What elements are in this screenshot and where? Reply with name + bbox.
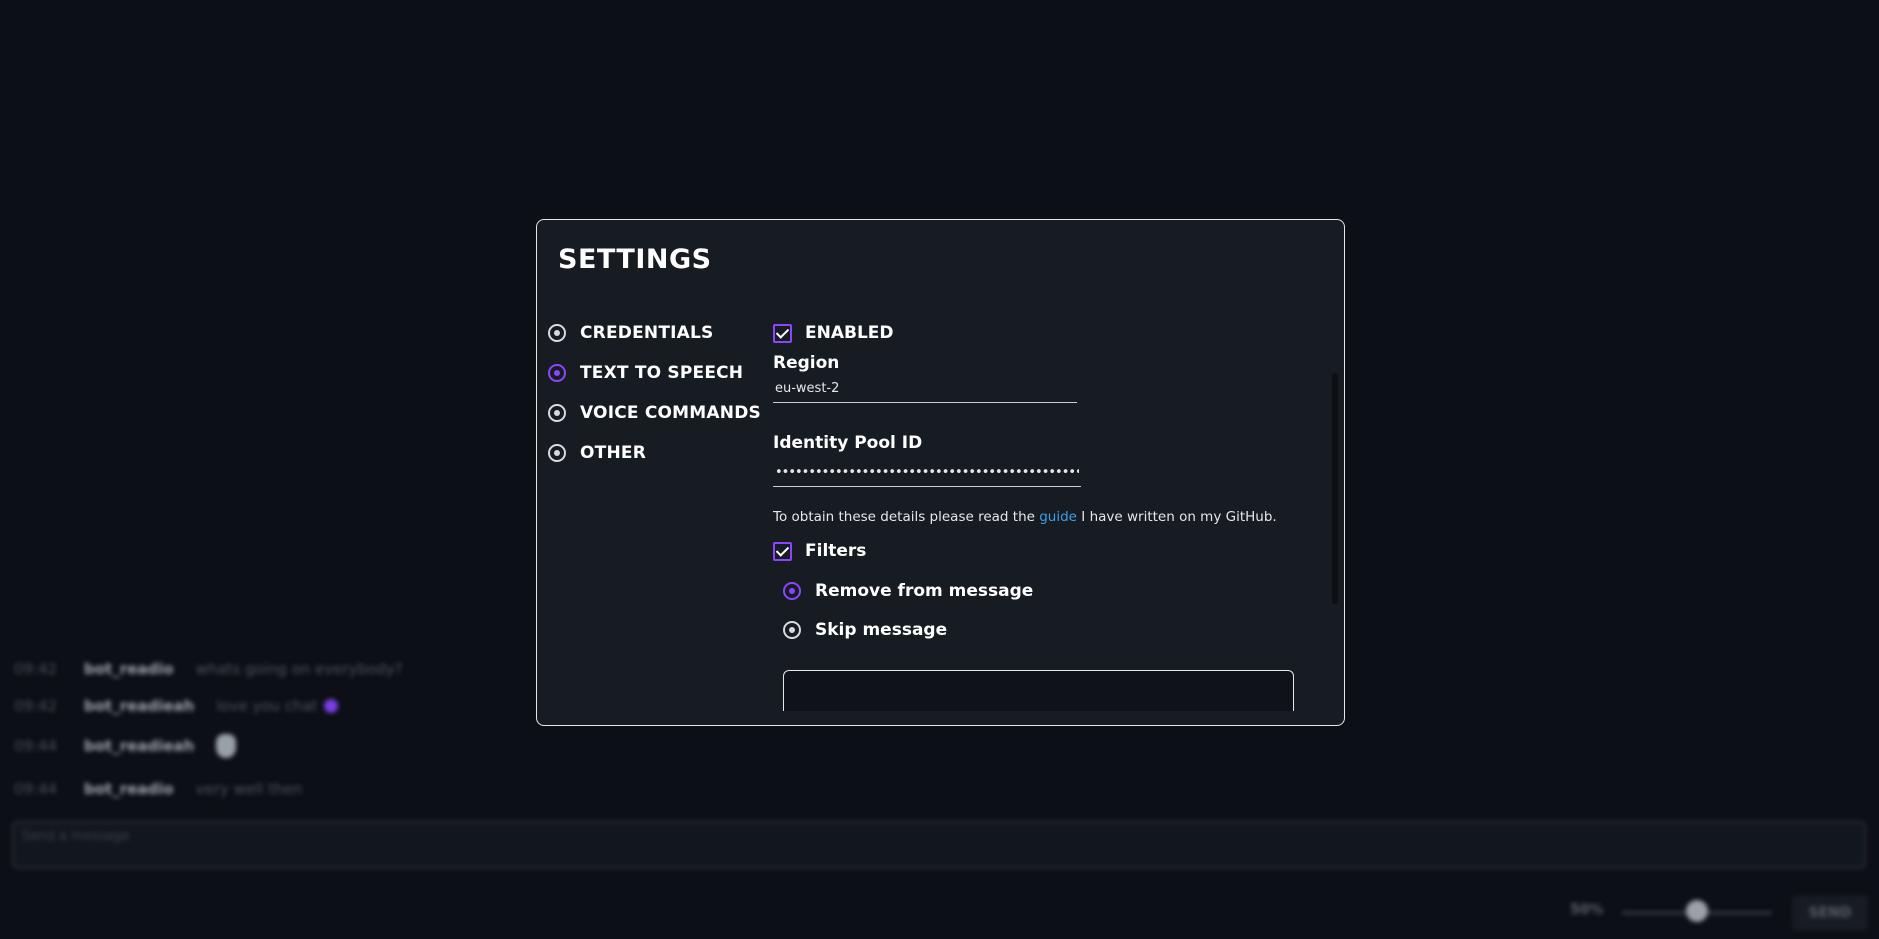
modal-scrollbar[interactable] [1332,373,1338,604]
radio-icon [548,404,566,422]
heart-emote-icon [323,699,338,713]
enabled-toggle-row[interactable]: ENABLED [773,313,1313,353]
hand-emote-icon [216,734,237,758]
send-button[interactable]: SEND [1792,895,1868,931]
filters-checkbox[interactable] [773,541,792,561]
nav-item-text-to-speech[interactable]: TEXT TO SPEECH [548,353,761,393]
filters-toggle-row[interactable]: Filters [773,531,1313,571]
chat-message-input[interactable]: Send a message [12,821,1866,869]
chat-username[interactable]: bot_readieah [84,697,194,715]
volume-label: 50% [1570,902,1604,918]
tts-settings-panel: ENABLED Region Identity Pool ID To obtai… [773,313,1313,649]
identity-pool-label: Identity Pool ID [773,433,923,453]
chat-username[interactable]: bot_readieah [84,737,194,755]
chat-message: 09:42 bot_readio whats going on everybod… [14,660,403,678]
chat-time: 09:44 [14,737,58,755]
enabled-checkbox[interactable] [773,323,792,343]
radio-selected-icon [783,581,801,600]
region-label: Region [773,353,840,373]
filter-mode-label: Skip message [815,619,948,640]
filter-mode-skip[interactable]: Skip message [783,610,1313,649]
chat-message: 09:42 bot_readieah love you chat [14,697,338,715]
nav-item-label: VOICE COMMANDS [580,403,761,423]
nav-item-label: TEXT TO SPEECH [580,363,744,383]
filter-words-textarea[interactable] [783,670,1294,711]
filter-mode-remove[interactable]: Remove from message [783,571,1313,610]
region-input[interactable] [773,375,1077,403]
chat-text: whats going on everybody? [195,660,403,678]
radio-selected-icon [548,364,566,382]
chat-username[interactable]: bot_readio [84,780,174,798]
guide-link[interactable]: guide [1039,509,1077,525]
help-text: To obtain these details please read the … [773,509,1313,525]
chat-time: 09:44 [14,780,58,798]
radio-icon [783,620,801,639]
nav-item-voice-commands[interactable]: VOICE COMMANDS [548,393,761,433]
filter-mode-label: Remove from message [815,580,1034,601]
filters-label: Filters [805,541,867,561]
settings-nav: CREDENTIALS TEXT TO SPEECH VOICE COMMAND… [548,313,761,473]
chat-time: 09:42 [14,660,58,678]
chat-time: 09:42 [14,697,58,715]
nav-item-label: CREDENTIALS [580,323,714,343]
nav-item-credentials[interactable]: CREDENTIALS [548,313,761,353]
volume-slider-thumb[interactable] [1686,900,1708,922]
help-text-suffix: I have written on my GitHub. [1081,509,1277,525]
nav-item-label: OTHER [580,443,646,463]
chat-message: 09:44 bot_readio very well then [14,780,302,798]
chat-text: very well then [195,780,303,798]
nav-item-other[interactable]: OTHER [548,433,761,473]
radio-icon [548,444,566,462]
radio-icon [548,324,566,342]
modal-title: SETTINGS [558,244,712,275]
help-text-prefix: To obtain these details please read the [773,509,1035,525]
chat-input-placeholder: Send a message [22,829,130,844]
settings-modal: SETTINGS CREDENTIALS TEXT TO SPEECH VOIC… [536,219,1345,726]
enabled-label: ENABLED [805,323,894,343]
identity-pool-input[interactable] [773,459,1081,487]
chat-message: 09:44 bot_readieah [14,734,237,758]
chat-text: love you chat [216,697,318,715]
chat-username[interactable]: bot_readio [84,660,174,678]
